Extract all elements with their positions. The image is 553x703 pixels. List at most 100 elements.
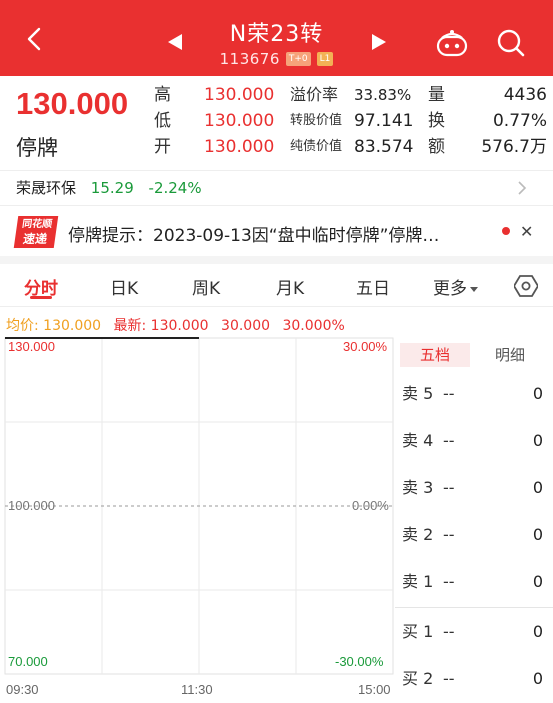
buy-sell-divider [395, 607, 553, 608]
open-value: 130.000 [204, 134, 274, 160]
amount-value: 576.7万 [481, 134, 547, 160]
order-row: 卖 3 -- 0 [395, 476, 553, 500]
order-row-volume: 0 [532, 431, 543, 450]
order-row-label: 买 1 [402, 622, 434, 641]
tab-five-day[interactable]: 五日 [356, 274, 390, 299]
tab-details[interactable]: 明细 [475, 343, 545, 367]
order-row-volume: 0 [532, 384, 543, 403]
high-value: 130.000 [204, 82, 274, 108]
section-gap [0, 256, 553, 264]
order-row-label: 卖 1 [402, 572, 434, 591]
turnover-label: 换 [428, 108, 445, 134]
order-row-volume: 0 [532, 478, 543, 497]
next-security-icon[interactable] [372, 34, 386, 50]
order-row: 买 2 -- 0 [395, 667, 553, 691]
order-row-price: -- [443, 622, 455, 641]
order-row-volume: 0 [532, 572, 543, 591]
order-row-volume: 0 [532, 669, 543, 688]
caret-down-icon [470, 286, 478, 292]
pct-axis-top: 30.00% [343, 339, 388, 354]
tab-weekly-k[interactable]: 周K [192, 274, 220, 299]
order-row: 卖 5 -- 0 [395, 382, 553, 406]
volume-label: 量 [428, 82, 445, 108]
order-row-price: -- [443, 525, 455, 544]
bond-value-text: 83.574 [354, 137, 414, 157]
security-code-row: 113676 T+0 L1 [0, 50, 553, 68]
bond-label-text: 纯债价值 [290, 139, 343, 154]
turnover-value: 0.77% [493, 108, 547, 134]
avg-price-legend: 均价: 130.000 [6, 318, 102, 334]
amount-value-text: 576.7万 [481, 137, 547, 157]
conv-label-text: 转股价值 [290, 113, 343, 128]
open-value-text: 130.000 [204, 137, 275, 157]
pct-axis-bottom: -30.00% [335, 654, 384, 669]
open-label: 开 [154, 137, 171, 157]
order-row-price: -- [443, 431, 455, 450]
amount-label-text: 额 [428, 137, 445, 157]
related-stock-change: -2.24% [148, 179, 202, 197]
latest-change-legend: 30.000 [221, 318, 271, 334]
bond-label: 纯债价值 [290, 134, 342, 160]
order-row-price: -- [443, 572, 455, 591]
tab-monthly-k[interactable]: 月K [276, 274, 304, 299]
chart-legend: 均价: 130.000 最新: 130.000 30.000 30.000% [6, 315, 345, 335]
chevron-right-icon[interactable] [517, 180, 527, 196]
order-row-label: 卖 2 [402, 525, 434, 544]
y-axis-mid: 100.000 [8, 498, 55, 513]
order-row-volume: 0 [532, 525, 543, 544]
y-axis-bottom: 70.000 [8, 654, 48, 669]
security-code: 113676 [219, 50, 280, 68]
close-icon[interactable]: ✕ [520, 222, 533, 241]
turnover-value-text: 0.77% [492, 111, 547, 131]
conv-label: 转股价值 [290, 108, 342, 134]
order-row-label: 买 2 [402, 669, 434, 688]
l1-badge: L1 [316, 52, 334, 66]
volume-label-text: 量 [428, 85, 445, 105]
security-title: N荣23转 [229, 22, 324, 47]
related-stock[interactable]: 荣晟环保 15.29 -2.24% [16, 178, 202, 198]
search-icon[interactable] [496, 28, 526, 58]
order-row-label: 卖 4 [402, 431, 434, 450]
latest-pct-legend: 30.000% [282, 318, 345, 334]
tab-five-levels[interactable]: 五档 [400, 343, 470, 367]
tab-more[interactable]: 更多 [433, 274, 478, 299]
notice-bar[interactable]: 同花顺 速递 停牌提示：2023-09-13因“盘中临时停牌”停牌… [0, 212, 553, 252]
divider [0, 170, 553, 171]
amount-label: 额 [428, 134, 445, 160]
time-end: 15:00 [358, 682, 391, 697]
turnover-label-text: 换 [428, 111, 445, 131]
high-label: 高 [154, 85, 171, 105]
order-row: 卖 1 -- 0 [395, 570, 553, 594]
latest-price-legend: 最新: 130.000 [113, 318, 209, 334]
divider [0, 205, 553, 206]
time-start: 09:30 [6, 682, 39, 697]
conv-value: 97.141 [354, 108, 413, 134]
order-book: 五档 明细 卖 5 -- 0 卖 4 -- 0 卖 3 -- 0 卖 2 -- … [395, 336, 553, 703]
open-row: 开 [154, 134, 171, 160]
conv-value-text: 97.141 [354, 111, 414, 131]
logo-line2: 速递 [22, 232, 48, 246]
order-row-label: 卖 3 [402, 478, 434, 497]
premium-label-text: 溢价率 [290, 85, 339, 104]
logo-line1: 同花顺 [21, 219, 53, 230]
order-row-price: -- [443, 384, 455, 403]
volume-value: 4436 [504, 82, 547, 108]
last-price: 130.000 [16, 86, 129, 121]
related-stock-price: 15.29 [90, 179, 134, 197]
related-stock-name: 荣晟环保 [16, 179, 77, 197]
pct-axis-mid: 0.00% [352, 498, 389, 513]
intraday-chart[interactable] [0, 336, 395, 676]
high-value-text: 130.000 [204, 85, 275, 105]
halt-status: 停牌 [16, 136, 58, 160]
order-row: 卖 4 -- 0 [395, 429, 553, 453]
y-axis-top: 130.000 [8, 339, 55, 354]
notice-text: 停牌提示：2023-09-13因“盘中临时停牌”停牌… [68, 226, 440, 246]
settings-icon[interactable] [514, 274, 538, 298]
robot-assistant-icon[interactable] [434, 28, 470, 58]
order-row-label: 卖 5 [402, 384, 434, 403]
tab-daily-k[interactable]: 日K [110, 274, 138, 299]
header-bar: N荣23转 113676 T+0 L1 [0, 0, 553, 76]
tab-more-label: 更多 [433, 279, 467, 299]
divider [0, 306, 553, 307]
low-label: 低 [154, 111, 171, 131]
